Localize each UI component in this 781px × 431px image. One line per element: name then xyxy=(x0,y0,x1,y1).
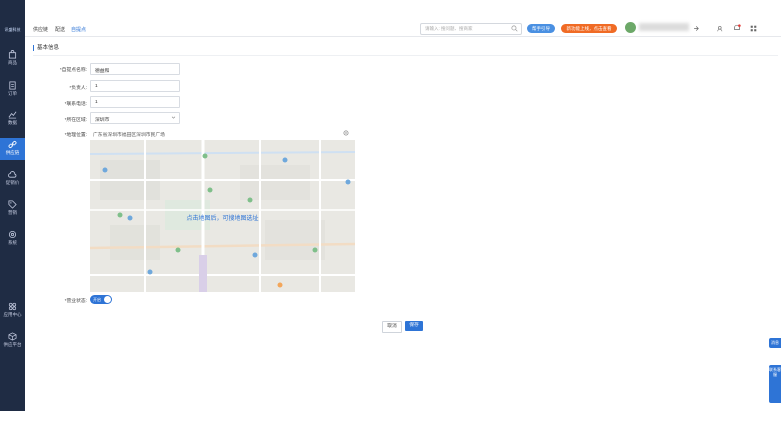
message-tab[interactable]: 消息 xyxy=(769,338,781,348)
sidebar-item-label: 供应链 xyxy=(5,150,20,155)
sidebar-item-label: 订单 xyxy=(8,91,17,96)
grid-menu-icon[interactable] xyxy=(750,25,757,32)
cube-icon xyxy=(8,332,17,341)
name-value: 德益和 xyxy=(95,68,110,74)
customer-service-tab[interactable]: 联系客服 xyxy=(769,365,781,403)
name-field[interactable]: 德益和 xyxy=(90,63,180,75)
map-hint: 点击地图后，可搜地图选址 xyxy=(186,216,259,222)
cancel-button[interactable]: 取消 xyxy=(382,321,402,333)
address-text: 广东省深圳市福田区深圳市民广场 xyxy=(93,133,165,138)
apps-icon xyxy=(8,302,17,311)
area-value: 深圳市 xyxy=(95,117,110,123)
area-label: *所在区域: xyxy=(64,118,87,123)
sidebar-item-data[interactable]: 数据 xyxy=(0,108,25,130)
logout-icon[interactable] xyxy=(692,25,699,32)
document-icon xyxy=(9,81,16,90)
sidebar-item-label: 数据 xyxy=(8,120,17,125)
link-icon xyxy=(8,140,17,149)
sidebar-item-supply-chain[interactable]: 供应链 xyxy=(0,138,25,160)
top-bar: 供应链 配送 自提点 请输入: 搜问题、搜商家 帮手引导 新功能上线，点击查看 xyxy=(25,21,781,37)
gear-icon xyxy=(8,230,17,239)
address-label: *地理位置: xyxy=(64,133,87,138)
sidebar-item-orders[interactable]: 订单 xyxy=(0,79,25,101)
contact-label: *负责人: xyxy=(69,86,87,91)
breadcrumb-pickup-point[interactable]: 自提点 xyxy=(71,26,86,33)
chart-icon xyxy=(8,111,17,119)
new-feature-button[interactable]: 新功能上线，点击查看 xyxy=(561,24,617,33)
map-picker[interactable]: 点击地图后，可搜地图选址 xyxy=(90,140,355,292)
sidebar-item-label: 应用中心 xyxy=(3,312,22,317)
sidebar-item-label: 促销价 xyxy=(5,180,20,185)
section-divider xyxy=(33,55,778,56)
breadcrumb-delivery[interactable]: 配送 xyxy=(55,26,65,33)
sidebar-item-system[interactable]: 系统 xyxy=(0,228,25,250)
bell-icon[interactable] xyxy=(733,24,741,32)
save-button[interactable]: 保存 xyxy=(405,321,423,331)
section-title: 基本信息 xyxy=(33,45,59,51)
user-switch-icon[interactable] xyxy=(717,25,724,32)
name-label: *自提点名称: xyxy=(59,68,87,73)
app-logo: 讯盛科技 xyxy=(4,27,21,32)
sidebar-item-app-center[interactable]: 应用中心 xyxy=(0,300,25,322)
sidebar-item-label: 营销 xyxy=(8,210,17,215)
phone-label: *联系电话: xyxy=(64,102,87,107)
toggle-knob xyxy=(104,296,111,303)
avatar[interactable] xyxy=(625,22,636,33)
sidebar-item-label: 供应平台 xyxy=(3,342,22,347)
sidebar-item-goods[interactable]: 商品 xyxy=(0,48,25,70)
sidebar-item-marketing[interactable]: 营销 xyxy=(0,198,25,220)
user-name[interactable] xyxy=(639,23,689,31)
contact-field[interactable]: 1 xyxy=(90,80,180,92)
sidebar: 讯盛科技 商品 订单 数据 供应链 促销价 营销 系统 应用中心 供应平台 xyxy=(0,0,25,411)
status-label: *营业状态: xyxy=(64,299,87,304)
breadcrumb-supply-chain[interactable]: 供应链 xyxy=(33,26,48,33)
sidebar-item-label: 商品 xyxy=(8,60,17,65)
bag-icon xyxy=(8,50,17,59)
search-placeholder: 请输入: 搜问题、搜商家 xyxy=(425,26,473,31)
contact-value: 1 xyxy=(95,83,98,89)
sidebar-item-promo-price[interactable]: 促销价 xyxy=(0,168,25,190)
area-select[interactable]: 深圳市 xyxy=(90,112,180,124)
help-guide-button[interactable]: 帮手引导 xyxy=(527,24,555,33)
tag-icon xyxy=(8,200,17,209)
phone-value: 1 xyxy=(95,99,98,105)
toggle-text: 开启 xyxy=(93,297,101,302)
cloud-icon xyxy=(8,171,17,178)
chevron-down-icon xyxy=(171,116,176,119)
sidebar-item-supply-platform[interactable]: 供应平台 xyxy=(0,330,25,352)
search-input[interactable]: 请输入: 搜问题、搜商家 xyxy=(420,23,522,35)
phone-field[interactable]: 1 xyxy=(90,96,180,108)
search-icon[interactable] xyxy=(511,25,518,32)
settings-icon[interactable] xyxy=(343,130,349,136)
business-status-toggle[interactable]: 开启 xyxy=(90,295,112,304)
sidebar-item-label: 系统 xyxy=(8,240,17,245)
